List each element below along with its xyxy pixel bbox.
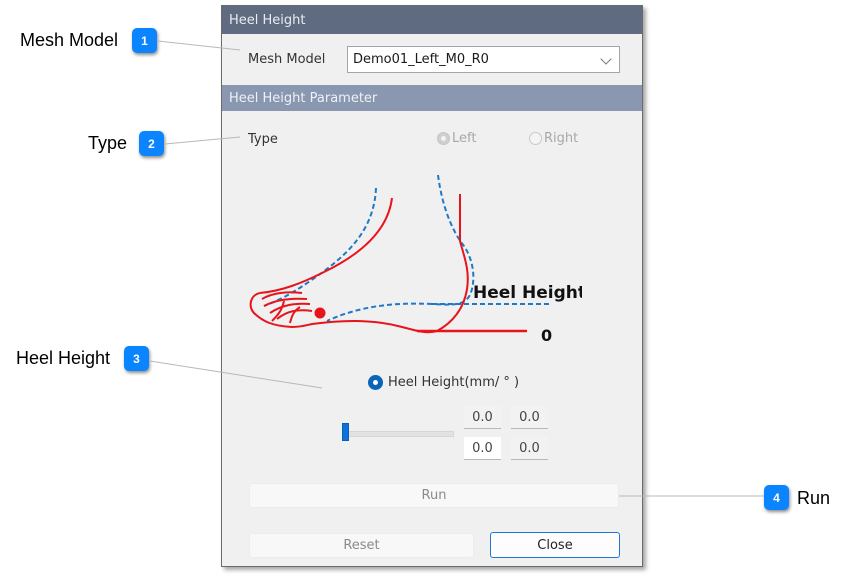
reset-button[interactable]: Reset [249,533,474,558]
chevron-down-icon [600,53,612,65]
heel-height-slider-track[interactable] [342,431,454,437]
run-button[interactable]: Run [249,483,619,508]
callout-badge-3: 3 [124,346,149,371]
callout-label-heel-height: Heel Height [16,348,111,368]
value-field-4[interactable]: 0.0 [511,437,548,460]
callout-label-run: Run [797,488,831,508]
value-field-2[interactable]: 0.0 [511,406,548,429]
value-field-1[interactable]: 0.0 [464,406,501,429]
mesh-model-dropdown[interactable]: Demo01_Left_M0_R0 [347,46,620,73]
flat-foot-outline [249,194,527,334]
section-header-heel-height-parameter: Heel Height Parameter [222,85,642,111]
value-field-3[interactable]: 0.0 [464,437,501,460]
type-radio-left[interactable]: Left [437,131,476,146]
radio-checked-icon [437,132,450,145]
foot-marker-dot [314,307,326,319]
heel-height-radio-label: Heel Height(mm/ ° ) [388,375,520,390]
callout-badge-2: 2 [139,131,164,156]
dialog-title: Heel Height [229,12,306,28]
mesh-model-label: Mesh Model [248,52,326,67]
heel-height-illustration: Heel Height 0 [249,174,582,345]
heel-height-dialog: Heel Height Mesh Model Demo01_Left_M0_R0… [221,5,643,567]
close-button[interactable]: Close [490,532,620,558]
type-radio-right[interactable]: Right [529,131,578,146]
type-right-label: Right [544,131,579,146]
callout-badge-1: 1 [132,28,157,53]
heel-height-diagram-label: Heel Height [473,283,582,303]
callout-label-mesh-model: Mesh Model [20,30,119,50]
type-left-label: Left [452,131,477,146]
type-label: Type [248,132,278,147]
callout-badge-4: 4 [764,485,789,510]
heel-height-radio[interactable]: Heel Height(mm/ ° ) [368,375,519,390]
zero-diagram-label: 0 [541,326,552,345]
heel-height-slider-handle[interactable] [342,423,349,441]
section-title: Heel Height Parameter [229,90,378,106]
dialog-title-bar: Heel Height [222,6,642,34]
radio-checked-icon [368,375,383,390]
radio-unchecked-icon [529,132,542,145]
callout-label-type: Type [88,133,128,153]
mesh-model-selected-value: Demo01_Left_M0_R0 [353,52,489,67]
